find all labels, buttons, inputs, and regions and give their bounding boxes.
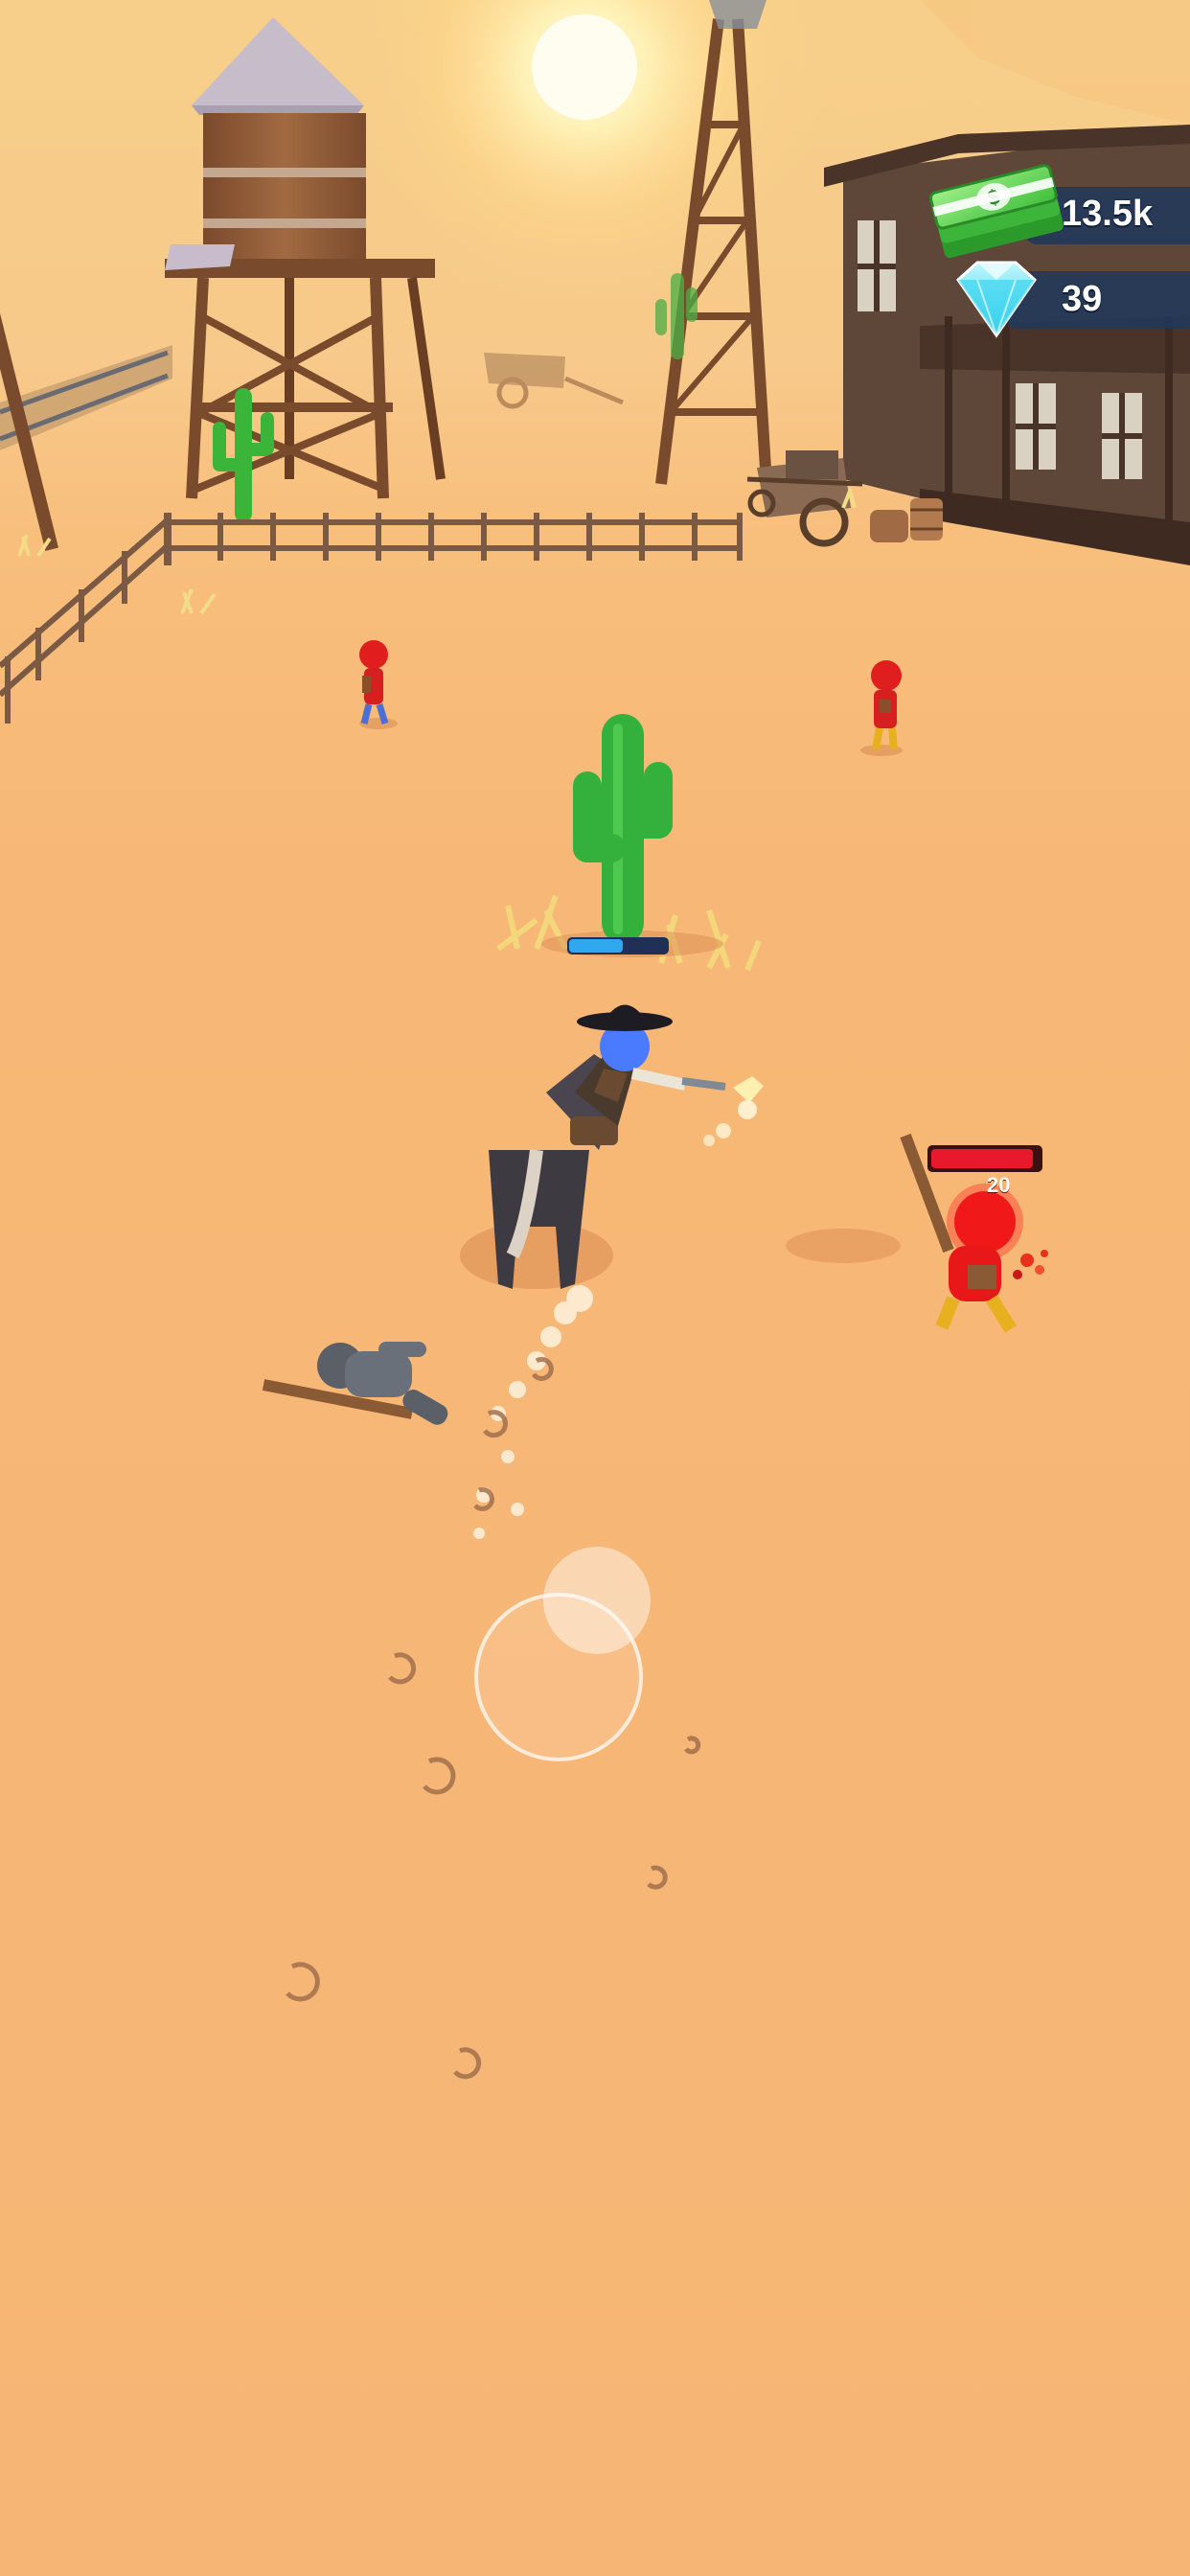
enemy-health-fill <box>931 1149 1033 1168</box>
gem-amount: 39 <box>1062 279 1103 319</box>
telegraph-pole <box>0 138 58 551</box>
desert-world <box>0 0 1190 2080</box>
enemy-outlaw-left <box>359 640 398 729</box>
player-health-bar <box>567 937 669 954</box>
cash-amount: 13.5k <box>1062 194 1154 234</box>
distant-cart <box>484 353 624 409</box>
cash-stack-icon: $ <box>928 164 1064 259</box>
defeated-outlaw <box>262 1342 448 1425</box>
enemy-outlaw-right <box>860 660 903 756</box>
enemy-target <box>786 1133 1048 1333</box>
player-cowboy-on-horse <box>460 1004 764 1289</box>
joystick-knob[interactable] <box>543 1547 651 1654</box>
virtual-joystick[interactable] <box>474 1547 651 1761</box>
enemy-damage-number: 20 <box>987 1173 1011 1197</box>
player-health-fill <box>569 939 623 953</box>
game-scene[interactable]: 20 $ 13.5k <box>0 0 1190 2576</box>
barrels <box>870 498 943 542</box>
central-cactus <box>496 714 762 972</box>
diamond-icon <box>956 261 1037 338</box>
